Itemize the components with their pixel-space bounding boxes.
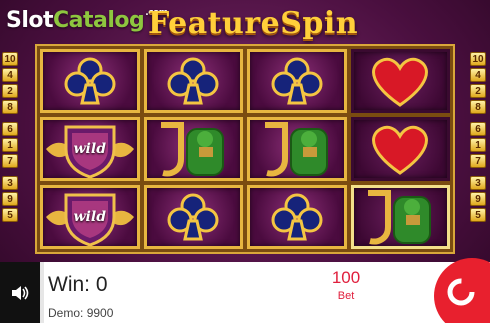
club-symbol-icon (271, 193, 323, 241)
payline-numbers-right: 10 4 2 8 6 1 7 3 9 5 (470, 52, 488, 222)
reel-cell-j-knight (143, 117, 243, 181)
payline-number: 5 (2, 208, 18, 222)
win-display: Win: 0 (48, 273, 108, 297)
payline-number: 1 (470, 138, 486, 152)
payline-number: 7 (2, 154, 18, 168)
spin-icon (447, 278, 475, 306)
reel-cell-club (247, 49, 347, 113)
reel-cell-club (247, 185, 347, 249)
win-value: 0 (95, 273, 108, 296)
speaker-icon (12, 285, 29, 300)
divider (40, 262, 44, 323)
payline-number: 2 (2, 84, 18, 98)
payline-number: 6 (2, 122, 18, 136)
demo-balance: Demo: 9900 (48, 306, 113, 320)
reel-cell-wild: wild (40, 117, 140, 181)
payline-number: 10 (2, 52, 18, 66)
payline-number: 7 (470, 154, 486, 168)
win-label: Win: (48, 273, 90, 296)
wild-label: wild (73, 209, 106, 225)
payline-numbers-left: 10 4 2 8 6 1 7 3 9 5 (2, 52, 20, 222)
payline-number: 4 (2, 68, 18, 82)
wild-label: wild (73, 141, 106, 157)
reel-cell-club (143, 185, 243, 249)
reel-cell-heart (350, 117, 450, 181)
payline-number: 9 (2, 192, 18, 206)
payline-number: 8 (2, 100, 18, 114)
reels-grid: wild wild (35, 44, 455, 254)
bet-label[interactable]: Bet (316, 290, 376, 302)
payline-number: 3 (2, 176, 18, 190)
slotcatalog-logo: Slot Catalog .com (6, 8, 168, 40)
payline-number: 10 (470, 52, 486, 66)
reel-cell-j-knight (247, 117, 347, 181)
logo-catalog-text: Catalog (53, 8, 145, 33)
payline-number: 4 (470, 68, 486, 82)
logo-slot-text: Slot (6, 8, 54, 33)
reel-cell-club (40, 49, 140, 113)
demo-label: Demo: (48, 306, 84, 320)
club-symbol-icon (64, 57, 116, 105)
reel-cell-club (143, 49, 243, 113)
reel-cell-wild: wild (40, 185, 140, 249)
reel-cell-heart (350, 49, 450, 113)
j-knight-symbol-icon (161, 122, 225, 177)
club-symbol-icon (167, 57, 219, 105)
payline-number: 6 (470, 122, 486, 136)
sound-toggle[interactable] (0, 262, 40, 323)
reel-cell-j-knight (350, 185, 450, 249)
club-symbol-icon (271, 57, 323, 105)
payline-number: 2 (470, 84, 486, 98)
heart-symbol-icon (372, 125, 429, 175)
j-knight-symbol-icon (264, 122, 328, 177)
demo-value: 9900 (86, 306, 114, 320)
bet-value[interactable]: 100 (316, 268, 376, 288)
game-title: FeatureSpin (148, 6, 359, 41)
payline-number: 1 (2, 138, 18, 152)
club-symbol-icon (167, 193, 219, 241)
payline-number: 9 (470, 192, 486, 206)
payline-number: 5 (470, 208, 486, 222)
payline-number: 3 (470, 176, 486, 190)
payline-number: 8 (470, 100, 486, 114)
heart-symbol-icon (372, 57, 429, 107)
j-knight-symbol-icon (368, 190, 432, 245)
